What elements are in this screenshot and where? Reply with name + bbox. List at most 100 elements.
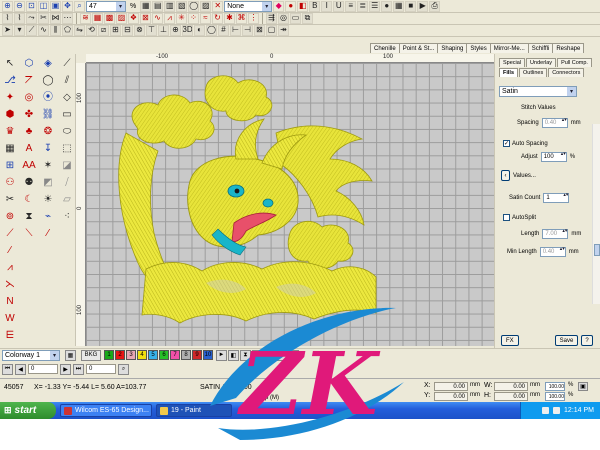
- distribute-icon[interactable]: ⊥: [158, 24, 169, 36]
- grid-view-icon[interactable]: ▦: [393, 0, 405, 12]
- zoom-all-icon[interactable]: ▣: [50, 0, 61, 12]
- branch-icon[interactable]: ⎇: [2, 73, 18, 88]
- rectangle-tool-icon[interactable]: ▭: [59, 107, 75, 122]
- next-icon[interactable]: ▶: [60, 363, 71, 375]
- volume-icon[interactable]: [542, 407, 550, 414]
- background-color-button[interactable]: BKG: [81, 349, 101, 361]
- tab-special[interactable]: Special: [499, 58, 526, 67]
- pan-icon[interactable]: ✥: [62, 0, 73, 12]
- travel-icon[interactable]: ↠: [278, 24, 289, 36]
- team-names-icon[interactable]: ⊞: [2, 158, 18, 173]
- diamond-icon[interactable]: ◇: [59, 90, 75, 105]
- lettering-icon[interactable]: A: [21, 141, 37, 156]
- grid-toggle-icon[interactable]: #: [218, 24, 229, 36]
- curve-icon[interactable]: ∿: [38, 24, 49, 36]
- zigzag-icon[interactable]: ⩘: [164, 12, 175, 24]
- cross-icon[interactable]: ✕: [212, 0, 224, 12]
- bold-icon[interactable]: B: [309, 0, 321, 12]
- underline-icon[interactable]: U: [333, 0, 345, 12]
- y-field[interactable]: 0.00: [434, 392, 468, 401]
- zoom-fit-icon[interactable]: ◫: [38, 0, 49, 12]
- wave-icon[interactable]: ∿: [152, 12, 163, 24]
- taskbar-item-wilcom[interactable]: Wilcom ES-65 Design...: [60, 404, 152, 417]
- help-button[interactable]: ?: [581, 335, 593, 346]
- raised-icon[interactable]: ⋮: [248, 12, 259, 24]
- trim-icon[interactable]: ✂: [38, 12, 49, 24]
- select-arrow-icon[interactable]: ➤: [2, 24, 13, 36]
- satin-icon[interactable]: ≋: [80, 12, 91, 24]
- stitch-run-icon[interactable]: ⋯: [62, 12, 73, 24]
- ellipse-tool-icon[interactable]: ⬭: [59, 124, 75, 139]
- play-icon[interactable]: ▶: [417, 0, 429, 12]
- contour-icon[interactable]: ≈: [200, 12, 211, 24]
- tab-connectors[interactable]: Connectors: [548, 68, 585, 77]
- thread-color-chip[interactable]: 7: [170, 350, 180, 360]
- monogram-icon[interactable]: ♛: [2, 124, 18, 139]
- stitch-effect-icon[interactable]: ⇶: [266, 12, 277, 24]
- tie-icon[interactable]: ⋈: [50, 12, 61, 24]
- star-icon[interactable]: ✱: [224, 12, 235, 24]
- text-on-path-icon[interactable]: ⦿: [40, 90, 56, 105]
- show-grid-icon[interactable]: ▧: [176, 0, 188, 12]
- tatami-icon[interactable]: ▩: [104, 12, 115, 24]
- single-icon[interactable]: ⁄: [40, 226, 56, 241]
- zoom-box-icon[interactable]: ⊡: [26, 0, 37, 12]
- stitch-edit-icon[interactable]: ↧: [40, 141, 56, 156]
- colorway-select[interactable]: Colorway 1 ▾: [2, 349, 60, 361]
- ruler-icon[interactable]: ⊢: [230, 24, 241, 36]
- zoom-prev-icon[interactable]: ⌕: [74, 0, 85, 12]
- shape-tool-icon[interactable]: ◪: [59, 158, 75, 173]
- zoom-in-icon[interactable]: ⊕: [2, 0, 13, 12]
- spool-icon[interactable]: ⧗: [21, 209, 37, 224]
- italic-icon[interactable]: I: [321, 0, 333, 12]
- tab-underlay[interactable]: Underlay: [526, 58, 557, 67]
- circle-tool-icon[interactable]: ◯: [40, 73, 56, 88]
- tab-reshape[interactable]: Reshape: [552, 43, 585, 53]
- last-icon[interactable]: ⏭: [73, 363, 84, 375]
- sequence-field-2[interactable]: 0: [86, 364, 116, 374]
- scissors-icon[interactable]: ✂: [2, 192, 18, 207]
- measure-icon[interactable]: ⊣: [242, 24, 253, 36]
- weld-icon[interactable]: ⊕: [170, 24, 181, 36]
- elements-icon[interactable]: AA: [21, 158, 37, 173]
- node-line-icon[interactable]: ⌁: [40, 209, 56, 224]
- fill-holes-icon[interactable]: ⬢: [2, 107, 18, 122]
- tab-point-stitch[interactable]: Point & St...: [398, 43, 439, 53]
- stitch-type-icon[interactable]: ⌇: [2, 12, 13, 24]
- tab-pull-comp[interactable]: Pull Comp.: [557, 58, 592, 67]
- show-functions-icon[interactable]: ▨: [200, 0, 212, 12]
- w-percent-field[interactable]: 100.00: [545, 382, 565, 391]
- polygon-select-icon[interactable]: ⬡: [21, 56, 37, 71]
- h-field[interactable]: 0.00: [494, 392, 528, 401]
- stitch-type-2-icon[interactable]: ⌇: [14, 12, 25, 24]
- e-stitch-icon[interactable]: ⋿: [2, 328, 18, 343]
- select-dropdown-icon[interactable]: ▾: [14, 24, 25, 36]
- zigzag-tool-icon[interactable]: ⩘: [2, 260, 18, 275]
- color-wheel-icon[interactable]: ●: [285, 0, 297, 12]
- save-button[interactable]: Save: [554, 335, 579, 346]
- start-button[interactable]: ⊞ start: [0, 402, 56, 419]
- show-hoop-icon[interactable]: ◯: [188, 0, 200, 12]
- turn-icon[interactable]: ↻: [212, 12, 223, 24]
- hatch-icon[interactable]: ⫽: [59, 73, 75, 88]
- reshape-node-icon[interactable]: ◈: [40, 56, 56, 71]
- tab-styles[interactable]: Styles: [466, 43, 491, 53]
- lock-proportions-icon[interactable]: ▣: [578, 382, 588, 391]
- tab-mirror-merge[interactable]: Mirror-Me...: [489, 43, 529, 53]
- values-arrow-button[interactable]: ‹: [501, 170, 510, 181]
- stipple-icon[interactable]: ⁘: [188, 12, 199, 24]
- slash-icon[interactable]: ⧸: [59, 175, 75, 190]
- target-icon[interactable]: ◎: [21, 90, 37, 105]
- rotate-icon[interactable]: ⟲: [86, 24, 97, 36]
- x-field[interactable]: 0.00: [434, 382, 468, 391]
- stitch-mode-combo[interactable]: None ▾: [224, 0, 273, 12]
- complex-fill-icon[interactable]: ⬠: [62, 24, 73, 36]
- tab-fills[interactable]: Fills: [499, 68, 519, 77]
- skew-icon[interactable]: ⧄: [98, 24, 109, 36]
- tab-schiffli[interactable]: Schiffli: [527, 43, 554, 53]
- snap-icon[interactable]: ⊠: [254, 24, 265, 36]
- people-icon[interactable]: ⚇: [2, 175, 18, 190]
- align-left-icon[interactable]: ≡: [345, 0, 357, 12]
- spacing-field[interactable]: 0.40: [541, 118, 568, 128]
- tab-chenille[interactable]: Chenille: [370, 43, 400, 53]
